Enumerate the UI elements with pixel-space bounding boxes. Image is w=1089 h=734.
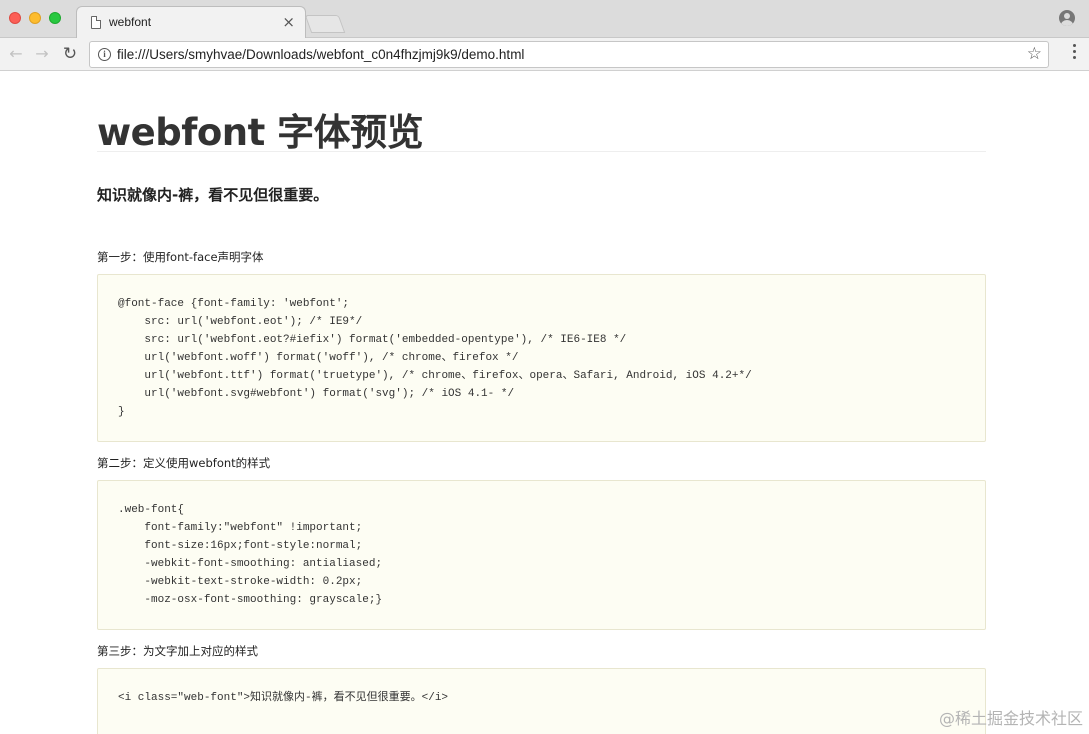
forward-icon[interactable]: → — [30, 42, 54, 66]
reload-icon[interactable]: ↻ — [58, 42, 82, 66]
page-subtitle: 知识就像内-裤，看不见但很重要。 — [97, 186, 329, 204]
maximize-window-button[interactable] — [49, 12, 61, 24]
code-line: font-family:"webfont" !important; — [118, 522, 363, 534]
code-line: url('webfont.ttf') format('truetype'), /… — [118, 370, 752, 382]
url-text[interactable]: file:///Users/smyhvae/Downloads/webfont_… — [117, 47, 524, 62]
code-line: @font-face {font-family: 'webfont'; — [118, 298, 350, 310]
file-icon — [91, 16, 101, 29]
menu-icon[interactable] — [1073, 44, 1077, 62]
back-icon[interactable]: ← — [4, 42, 28, 66]
code-line: url('webfont.svg#webfont') format('svg')… — [118, 388, 515, 400]
browser-tab-bar: webfont × — [0, 0, 1089, 39]
code-line: -webkit-text-stroke-width: 0.2px; — [118, 576, 363, 588]
star-icon[interactable]: ☆ — [1027, 44, 1042, 64]
code-line: .web-font{ — [118, 504, 185, 516]
step-2-label: 第二步：定义使用webfont的样式 — [97, 456, 271, 470]
close-icon[interactable]: × — [282, 13, 295, 31]
step-1-label: 第一步：使用font-face声明字体 — [97, 250, 264, 264]
minimize-window-button[interactable] — [29, 12, 41, 24]
page-title: webfont 字体预览 — [97, 111, 424, 154]
new-tab-button[interactable] — [304, 15, 346, 33]
code-line: font-size:16px;font-style:normal; — [118, 540, 363, 552]
profile-icon[interactable] — [1059, 10, 1075, 26]
code-line: src: url('webfont.eot?#iefix') format('e… — [118, 334, 627, 346]
step-3-label: 第三步：为文字加上对应的样式 — [97, 644, 258, 658]
code-line: -moz-osx-font-smoothing: grayscale;} — [118, 594, 383, 606]
code-line: } — [118, 406, 125, 418]
info-icon[interactable]: i — [98, 48, 111, 61]
step-2-code-block: .web-font{ font-family:"webfont" !import… — [97, 480, 986, 630]
step-3-code-block: <i class="web-font">知识就像内-裤，看不见但很重要。</i> — [97, 668, 986, 734]
browser-tab-active[interactable]: webfont × — [76, 6, 306, 39]
watermark-text: @稀土掘金技术社区 — [938, 709, 1083, 728]
code-line: -webkit-font-smoothing: antialiased; — [118, 558, 383, 570]
page-content: webfont 字体预览 知识就像内-裤，看不见但很重要。 第一步：使用font… — [0, 72, 1089, 734]
step-1-code-block: @font-face {font-family: 'webfont'; src:… — [97, 274, 986, 442]
tab-title: webfont — [109, 15, 152, 29]
code-line: <i class="web-font">知识就像内-裤，看不见但很重要。</i> — [118, 692, 449, 704]
title-divider — [97, 151, 986, 152]
browser-toolbar: ← → ↻ i file:///Users/smyhvae/Downloads/… — [0, 38, 1089, 71]
address-bar[interactable]: i file:///Users/smyhvae/Downloads/webfon… — [89, 41, 1049, 68]
code-line: src: url('webfont.eot'); /* IE9*/ — [118, 316, 363, 328]
close-window-button[interactable] — [9, 12, 21, 24]
code-line: url('webfont.woff') format('woff'), /* c… — [118, 352, 519, 364]
